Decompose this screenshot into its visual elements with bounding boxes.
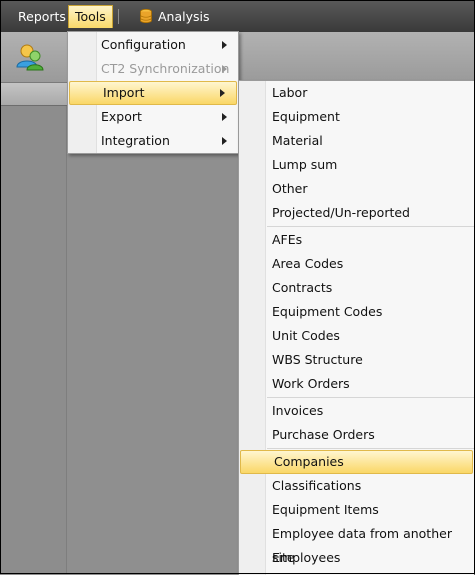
- chevron-right-icon: [222, 65, 227, 73]
- import-item-lump-sum[interactable]: Lump sum: [239, 153, 474, 177]
- chevron-right-icon: [222, 113, 227, 121]
- import-item-invoices[interactable]: Invoices: [239, 399, 474, 423]
- import-item-projected-unreported[interactable]: Projected/Un-reported: [239, 201, 474, 225]
- menu-item-label: Configuration: [101, 37, 186, 52]
- import-item-purchase-orders[interactable]: Purchase Orders: [239, 423, 474, 447]
- import-item-area-codes[interactable]: Area Codes: [239, 252, 474, 276]
- menu-item-ct2-synchronization[interactable]: CT2 Synchronization: [68, 57, 238, 81]
- import-item-afes[interactable]: AFEs: [239, 228, 474, 252]
- tools-dropdown: Configuration CT2 Synchronization Import…: [67, 31, 239, 154]
- menu-bar: Reports Tools Analysis: [0, 0, 475, 32]
- menu-item-label: Import: [103, 85, 145, 100]
- import-submenu: Labor Equipment Material Lump sum Other …: [238, 80, 474, 575]
- menu-item-import[interactable]: Import: [69, 81, 237, 105]
- menu-item-export[interactable]: Export: [68, 105, 238, 129]
- chevron-right-icon: [222, 137, 227, 145]
- menu-analysis[interactable]: Analysis: [134, 7, 216, 27]
- import-item-unit-codes[interactable]: Unit Codes: [239, 324, 474, 348]
- menu-item-integration[interactable]: Integration: [68, 129, 238, 153]
- users-icon[interactable]: [14, 41, 46, 73]
- import-item-other[interactable]: Other: [239, 177, 474, 201]
- import-item-wbs-structure[interactable]: WBS Structure: [239, 348, 474, 372]
- menu-separator: [267, 226, 474, 227]
- database-icon: [140, 9, 152, 23]
- menu-item-configuration[interactable]: Configuration: [68, 33, 238, 57]
- import-item-labor[interactable]: Labor: [239, 81, 474, 105]
- import-item-companies[interactable]: Companies: [240, 450, 473, 474]
- import-item-employee-data-another-site[interactable]: Employee data from another site: [239, 522, 474, 565]
- menu-item-label: CT2 Synchronization: [101, 61, 230, 76]
- menu-separator: [267, 448, 474, 449]
- chevron-right-icon: [220, 89, 225, 97]
- import-item-equipment-codes[interactable]: Equipment Codes: [239, 300, 474, 324]
- menu-separator: [118, 9, 119, 24]
- import-item-classifications[interactable]: Classifications: [239, 474, 474, 498]
- import-item-contracts[interactable]: Contracts: [239, 276, 474, 300]
- menu-analysis-label: Analysis: [158, 9, 210, 24]
- import-item-material[interactable]: Material: [239, 129, 474, 153]
- import-item-employees[interactable]: Employees: [239, 546, 474, 570]
- menu-tools[interactable]: Tools: [68, 5, 113, 28]
- menu-reports[interactable]: Reports: [12, 7, 72, 27]
- left-panel: [0, 106, 67, 574]
- import-item-equipment-items[interactable]: Equipment Items: [239, 498, 474, 522]
- import-item-work-orders[interactable]: Work Orders: [239, 372, 474, 396]
- import-item-equipment[interactable]: Equipment: [239, 105, 474, 129]
- chevron-right-icon: [222, 41, 227, 49]
- menu-separator: [267, 397, 474, 398]
- menu-item-label: Integration: [101, 133, 170, 148]
- menu-item-label: Export: [101, 109, 142, 124]
